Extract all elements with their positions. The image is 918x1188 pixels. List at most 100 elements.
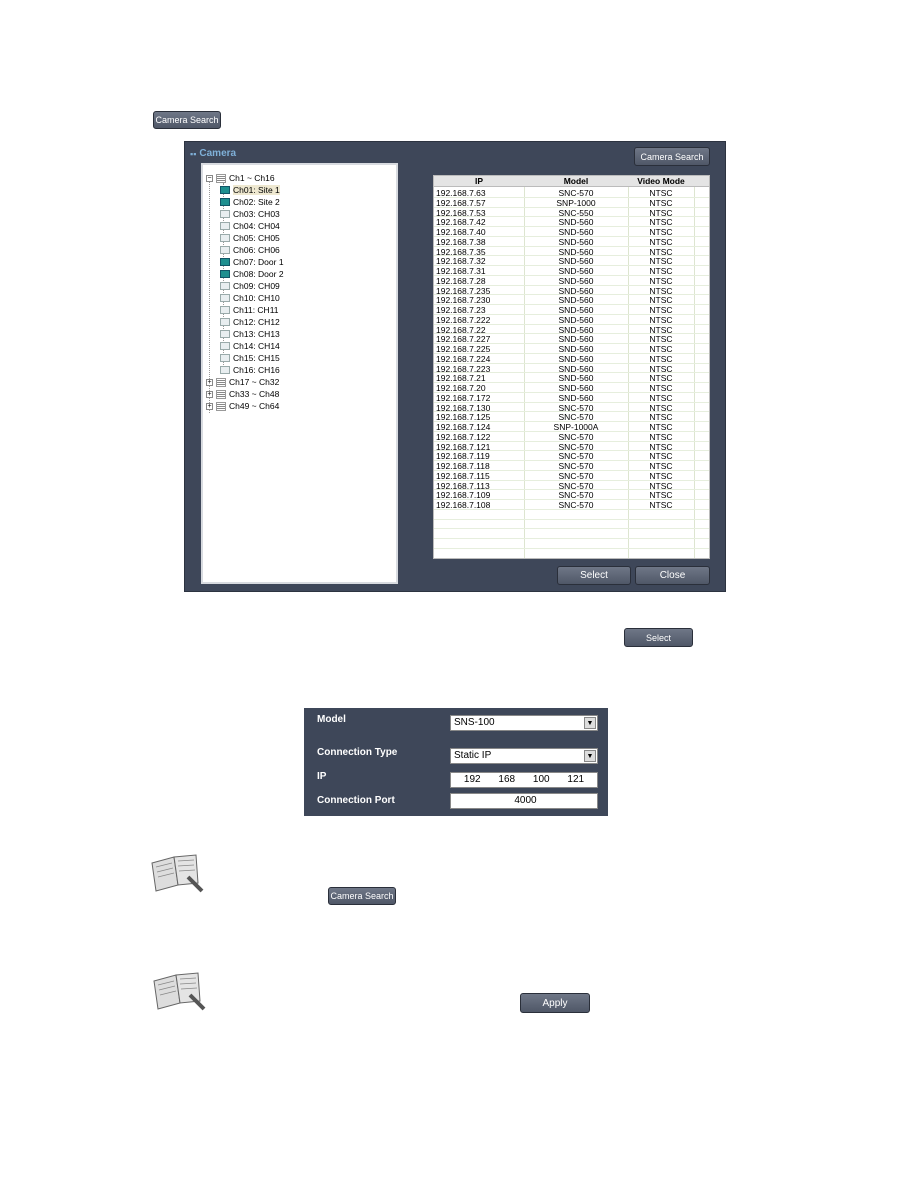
tree-channel[interactable]: Ch04: CH04 [220,220,280,232]
table-row[interactable]: 192.168.7.20 SND-560 NTSC [434,383,709,393]
cell-model: SNC-570 [558,188,594,198]
table-row[interactable]: 192.168.7.42 SND-560 NTSC [434,217,709,227]
tree-channel[interactable]: Ch09: CH09 [220,280,280,292]
ip-octet-3[interactable]: 100 [533,773,550,787]
expand-icon[interactable]: + [206,390,213,398]
connection-port-input[interactable]: 4000 [450,793,598,809]
table-row[interactable] [434,539,709,549]
dropdown-arrow-icon[interactable]: ▼ [584,750,596,762]
channel-tree[interactable]: − Ch1 ~ Ch16 Ch01: Site 1 Ch02: Site 2 Ch0… [201,163,398,584]
dialog-camera-search-button[interactable]: Camera Search [634,147,710,166]
ip-octet-4[interactable]: 121 [567,773,584,787]
select-button[interactable]: Select [557,566,631,585]
tree-channel[interactable]: Ch14: CH14 [220,340,280,352]
table-row[interactable] [434,529,709,539]
tree-channel[interactable]: Ch05: CH05 [220,232,280,244]
table-row[interactable]: 192.168.7.130 SNC-570 NTSC [434,403,709,413]
camera-icon [220,366,230,374]
table-row[interactable]: 192.168.7.125 SNC-570 NTSC [434,412,709,422]
table-row[interactable] [434,549,709,558]
tree-channel[interactable]: Ch12: CH12 [220,316,280,328]
cell-ip: 192.168.7.224 [436,353,491,364]
table-row[interactable]: 192.168.7.31 SND-560 NTSC [434,266,709,276]
expand-icon[interactable]: + [206,378,213,386]
tree-group[interactable]: + Ch49 ~ Ch64 [206,400,279,412]
table-row[interactable]: 192.168.7.227 SND-560 NTSC [434,334,709,344]
col-header-video-mode[interactable]: Video Mode [628,176,694,187]
table-row[interactable]: 192.168.7.235 SND-560 NTSC [434,286,709,296]
tree-channel[interactable]: Ch02: Site 2 [220,196,280,208]
table-row[interactable]: 192.168.7.40 SND-560 NTSC [434,227,709,237]
table-row[interactable]: 192.168.7.113 SNC-570 NTSC [434,481,709,491]
table-row[interactable]: 192.168.7.109 SNC-570 NTSC [434,490,709,500]
expand-icon[interactable]: + [206,402,213,410]
table-row[interactable]: 192.168.7.23 SND-560 NTSC [434,305,709,315]
tree-channel[interactable]: Ch08: Door 2 [220,268,284,280]
collapse-icon[interactable]: − [206,174,213,182]
table-row[interactable]: 192.168.7.222 SND-560 NTSC [434,315,709,325]
table-row[interactable] [434,510,709,520]
cell-video-mode: NTSC [649,451,673,462]
group-label: Ch1 ~ Ch16 [229,173,275,183]
cell-ip: 192.168.7.172 [436,392,491,403]
tree-group[interactable]: + Ch17 ~ Ch32 [206,376,279,388]
tree-channel[interactable]: Ch11: CH11 [220,304,279,316]
table-row[interactable]: 192.168.7.38 SND-560 NTSC [434,237,709,247]
cell-model: SND-560 [558,363,594,374]
ip-input[interactable]: 192 168 100 121 [450,772,598,788]
table-row[interactable]: 192.168.7.21 SND-560 NTSC [434,373,709,383]
col-header-ip[interactable]: IP [434,176,524,187]
table-row[interactable]: 192.168.7.224 SND-560 NTSC [434,354,709,364]
camera-icon [220,342,230,350]
table-row[interactable]: 192.168.7.122 SNC-570 NTSC [434,432,709,442]
tree-channel[interactable]: Ch16: CH16 [220,364,280,376]
table-row[interactable]: 192.168.7.108 SNC-570 NTSC [434,500,709,510]
table-row[interactable]: 192.168.7.57 SNP-1000 NTSC [434,198,709,208]
table-row[interactable]: 192.168.7.172 SND-560 NTSC [434,393,709,403]
table-row[interactable]: 192.168.7.22 SND-560 NTSC [434,325,709,335]
table-row[interactable]: 192.168.7.119 SNC-570 NTSC [434,451,709,461]
tree-channel[interactable]: Ch03: CH03 [220,208,280,220]
apply-button[interactable]: Apply [520,993,590,1013]
tree-group-ch1-16[interactable]: − Ch1 ~ Ch16 [206,172,275,184]
model-select[interactable]: SNS-100 ▼ [450,715,598,731]
tree-channel[interactable]: Ch06: CH06 [220,244,280,256]
camera-icon [220,246,230,254]
channel-label: Ch03: CH03 [233,209,280,219]
tree-channel[interactable]: Ch13: CH13 [220,328,280,340]
table-row[interactable]: 192.168.7.118 SNC-570 NTSC [434,461,709,471]
tree-group[interactable]: + Ch33 ~ Ch48 [206,388,279,400]
cell-ip: 192.168.7.109 [436,490,491,501]
inline-select-button[interactable]: Select [624,628,693,647]
ip-octet-1[interactable]: 192 [464,773,481,787]
col-header-model[interactable]: Model [524,176,628,187]
table-row[interactable]: 192.168.7.32 SND-560 NTSC [434,256,709,266]
tree-channel[interactable]: Ch01: Site 1 [220,184,280,196]
table-row[interactable]: 192.168.7.53 SNC-550 NTSC [434,208,709,218]
tree-channel[interactable]: Ch15: CH15 [220,352,280,364]
table-row[interactable]: 192.168.7.121 SNC-570 NTSC [434,442,709,452]
tree-channel[interactable]: Ch07: Door 1 [220,256,284,268]
table-row[interactable]: 192.168.7.28 SND-560 NTSC [434,276,709,286]
cell-ip: 192.168.7.121 [436,441,491,452]
note-camera-search-button[interactable]: Camera Search [328,887,396,905]
cell-video-mode: NTSC [649,256,673,267]
tree-channel[interactable]: Ch10: CH10 [220,292,280,304]
cell-video-mode: NTSC [649,363,673,374]
ip-octet-2[interactable]: 168 [498,773,515,787]
table-row[interactable]: 192.168.7.115 SNC-570 NTSC [434,471,709,481]
connection-type-select[interactable]: Static IP ▼ [450,748,598,764]
dropdown-arrow-icon[interactable]: ▼ [584,717,596,729]
table-row[interactable]: 192.168.7.223 SND-560 NTSC [434,364,709,374]
table-row[interactable] [434,520,709,530]
camera-search-results-table[interactable]: IP Model Video Mode 192.168.7.63 SNC-570 N… [433,175,710,559]
table-row[interactable]: 192.168.7.63 SNC-570 NTSC [434,188,709,198]
cell-model: SND-560 [558,295,594,306]
table-row[interactable]: 192.168.7.225 SND-560 NTSC [434,344,709,354]
table-row[interactable]: 192.168.7.230 SND-560 NTSC [434,295,709,305]
table-row[interactable]: 192.168.7.35 SND-560 NTSC [434,247,709,257]
table-row[interactable]: 192.168.7.124 SNP-1000A NTSC [434,422,709,432]
close-button[interactable]: Close [635,566,710,585]
cell-video-mode: NTSC [649,188,673,198]
camera-search-button[interactable]: Camera Search [153,111,221,129]
